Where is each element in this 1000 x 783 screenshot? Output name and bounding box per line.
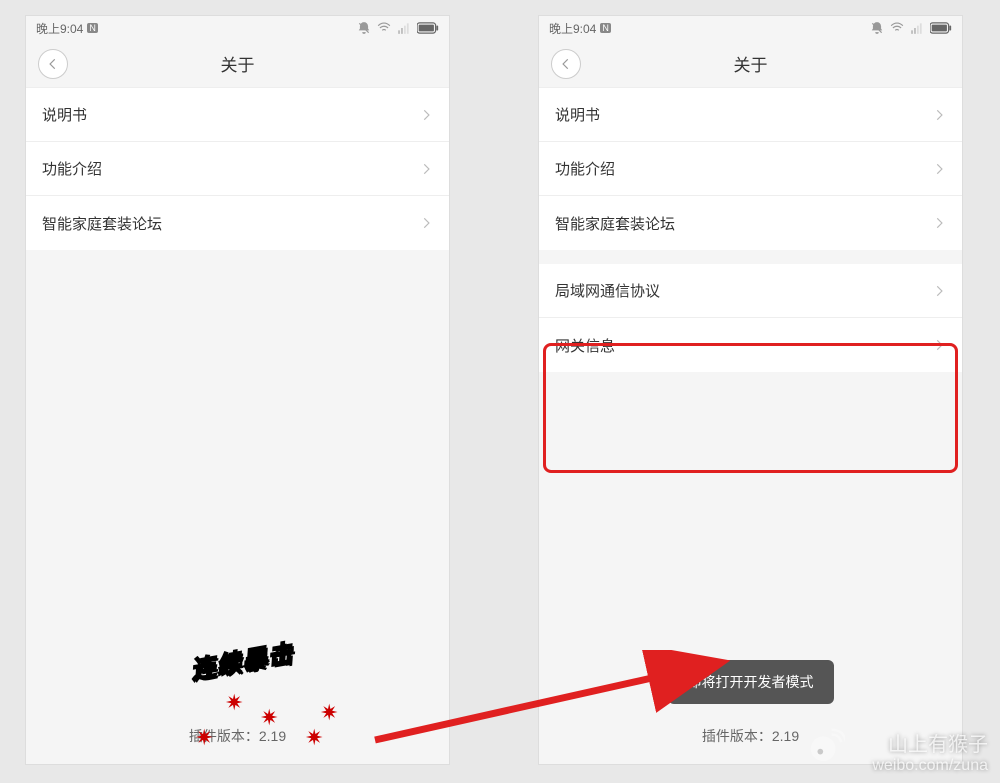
toast-developer-mode: 即将打开开发者模式 [668, 660, 834, 704]
watermark-name: 山上有猴子 [872, 728, 988, 757]
row-label: 网关信息 [555, 335, 615, 356]
battery-icon [417, 22, 439, 34]
plugin-version[interactable]: 插件版本：2.19 [26, 726, 449, 746]
row-label: 说明书 [555, 104, 600, 125]
page-title: 关于 [539, 51, 962, 76]
list-group: 说明书 功能介绍 智能家庭套装论坛 [26, 88, 449, 250]
row-forum[interactable]: 智能家庭套装论坛 [26, 196, 449, 250]
chevron-right-icon [932, 162, 946, 176]
chevron-left-icon [559, 57, 573, 71]
dnd-icon [357, 21, 371, 35]
burst-icon: ✷ [305, 725, 323, 751]
list-group-2: 局域网通信协议 网关信息 [539, 264, 962, 372]
list-group-1: 说明书 功能介绍 智能家庭套装论坛 [539, 88, 962, 250]
burst-icon: ✷ [320, 700, 338, 726]
page-title: 关于 [26, 51, 449, 76]
row-features[interactable]: 功能介绍 [26, 142, 449, 196]
row-features[interactable]: 功能介绍 [539, 142, 962, 196]
burst-icon: ✷ [195, 725, 213, 751]
status-bar: 晚上9:04 N [26, 16, 449, 40]
burst-icon: ✷ [260, 705, 278, 731]
status-time: 晚上9:04 [549, 20, 596, 37]
row-lan-protocol[interactable]: 局域网通信协议 [539, 264, 962, 318]
status-badge: N [87, 23, 98, 33]
row-label: 局域网通信协议 [555, 280, 660, 301]
nav-bar: 关于 [539, 40, 962, 88]
weibo-logo-icon [807, 725, 845, 763]
status-time: 晚上9:04 [36, 20, 83, 37]
status-badge: N [600, 23, 611, 33]
row-label: 功能介绍 [42, 158, 102, 179]
signal-icon [397, 21, 411, 35]
row-manual[interactable]: 说明书 [539, 88, 962, 142]
battery-icon [930, 22, 952, 34]
chevron-left-icon [46, 57, 60, 71]
nav-bar: 关于 [26, 40, 449, 88]
row-label: 功能介绍 [555, 158, 615, 179]
back-button[interactable] [38, 49, 68, 79]
status-bar: 晚上9:04 N [539, 16, 962, 40]
content-area: 说明书 功能介绍 智能家庭套装论坛 局域网通信协议 网关信息 即将 [539, 88, 962, 764]
signal-icon [910, 21, 924, 35]
row-label: 智能家庭套装论坛 [42, 213, 162, 234]
phone-screenshot-right: 晚上9:04 N 关于 说明书 功能介绍 智能家庭套装论坛 [538, 15, 963, 765]
row-forum[interactable]: 智能家庭套装论坛 [539, 196, 962, 250]
burst-icon: ✷ [225, 690, 243, 716]
wifi-icon [377, 21, 391, 35]
chevron-right-icon [419, 162, 433, 176]
row-label: 智能家庭套装论坛 [555, 213, 675, 234]
watermark-url: weibo.com/zuna [872, 757, 988, 775]
chevron-right-icon [419, 216, 433, 230]
row-gateway-info[interactable]: 网关信息 [539, 318, 962, 372]
chevron-right-icon [932, 338, 946, 352]
chevron-right-icon [932, 216, 946, 230]
row-label: 说明书 [42, 104, 87, 125]
chevron-right-icon [932, 108, 946, 122]
watermark: 山上有猴子 weibo.com/zuna [872, 728, 988, 775]
chevron-right-icon [419, 108, 433, 122]
chevron-right-icon [932, 284, 946, 298]
row-manual[interactable]: 说明书 [26, 88, 449, 142]
wifi-icon [890, 21, 904, 35]
back-button[interactable] [551, 49, 581, 79]
dnd-icon [870, 21, 884, 35]
